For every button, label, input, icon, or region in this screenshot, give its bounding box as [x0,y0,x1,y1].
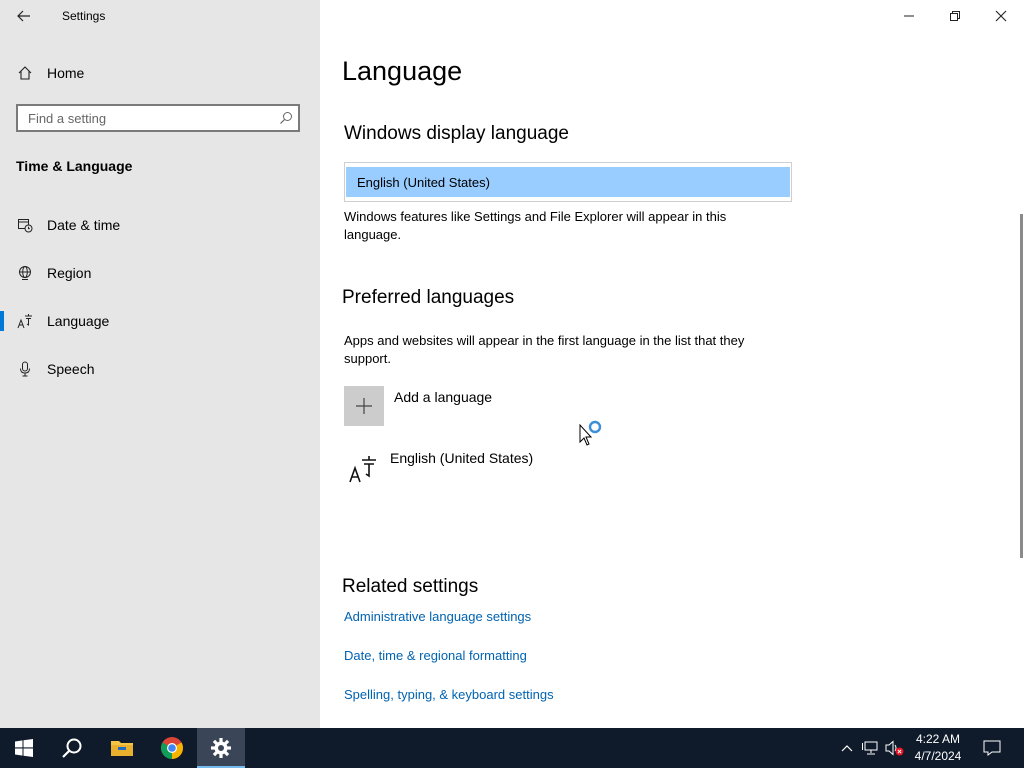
add-tile [344,386,384,426]
action-center-button[interactable] [978,728,1006,768]
page-title: Language [342,56,463,86]
volume-muted-icon [885,740,904,756]
sidebar-item-label: Date & time [47,217,121,233]
app-title: Settings [62,9,106,23]
restore-icon [950,11,960,21]
sidebar-item-label: Region [47,265,92,281]
minimize-button[interactable] [886,0,932,32]
language-list-item[interactable]: English (United States) [344,450,533,486]
microphone-icon [16,360,34,378]
language-icon [16,312,34,330]
taskbar: 4:22 AM 4/7/2024 [0,728,1024,768]
language-item-label: English (United States) [390,450,534,466]
sidebar-item-label: Language [47,313,110,329]
section-heading: Time & Language [16,158,133,174]
search-taskbar-button[interactable] [48,728,96,768]
main-content: Language Windows display language Englis… [320,0,1024,728]
show-hidden-icons-button[interactable] [838,728,856,768]
settings-taskbar-button[interactable] [197,728,245,768]
selection-indicator [0,311,4,331]
add-language-button[interactable]: Add a language [344,386,492,426]
home-icon [16,64,34,82]
back-button[interactable] [10,4,38,28]
preferred-languages-description: Apps and websites will appear in the fir… [344,333,745,366]
display-language-description: Windows features like Settings and File … [344,209,727,242]
nav-home[interactable]: Home [0,58,320,88]
sidebar-item-region[interactable]: Region [0,253,320,293]
gear-icon [211,738,231,758]
globe-icon [16,264,34,282]
chevron-up-icon [841,745,853,752]
file-explorer-button[interactable] [98,728,146,768]
clock-time: 4:22 AM [915,732,961,746]
calendar-clock-icon [16,216,34,234]
chrome-icon [161,737,183,759]
search-icon [62,738,82,758]
chrome-button[interactable] [148,728,196,768]
sidebar-item-date-time[interactable]: Date & time [0,205,320,245]
close-button[interactable] [978,0,1024,32]
display-language-select[interactable]: English (United States) [344,162,792,202]
preferred-languages-heading: Preferred languages [342,287,515,308]
notifications-icon [983,740,1001,756]
sidebar: Settings Home Time & Language Date & tim… [0,0,320,728]
network-tray-icon[interactable] [861,728,881,768]
related-link-admin-language[interactable]: Administrative language settings [344,609,531,624]
scrollbar[interactable] [1020,214,1023,558]
close-icon [995,10,1007,22]
display-language-heading: Windows display language [344,123,569,144]
clock-date: 4/7/2024 [914,749,962,763]
nav-home-label: Home [47,65,85,81]
sidebar-item-language[interactable]: Language [0,301,320,341]
related-link-date-time-format[interactable]: Date, time & regional formatting [344,648,527,663]
display-language-value: English (United States) [346,167,790,197]
minimize-icon [904,15,914,17]
restore-button[interactable] [932,0,978,32]
search-icon[interactable] [274,111,298,125]
search-box [16,104,300,132]
network-icon [862,741,878,755]
plus-icon [356,398,372,414]
folder-icon [111,741,133,756]
busy-cursor-icon [579,420,602,446]
sidebar-item-speech[interactable]: Speech [0,349,320,389]
clock[interactable]: 4:22 AM 4/7/2024 [906,731,970,765]
language-icon [344,450,380,486]
windows-logo-icon [15,739,33,757]
sidebar-item-label: Speech [47,361,95,377]
search-input[interactable] [18,109,274,127]
add-language-label: Add a language [394,389,493,405]
start-button[interactable] [0,728,48,768]
related-settings-heading: Related settings [342,576,479,597]
related-link-spelling-typing[interactable]: Spelling, typing, & keyboard settings [344,687,554,702]
back-arrow-icon [17,10,30,22]
volume-tray-icon[interactable] [884,728,906,768]
